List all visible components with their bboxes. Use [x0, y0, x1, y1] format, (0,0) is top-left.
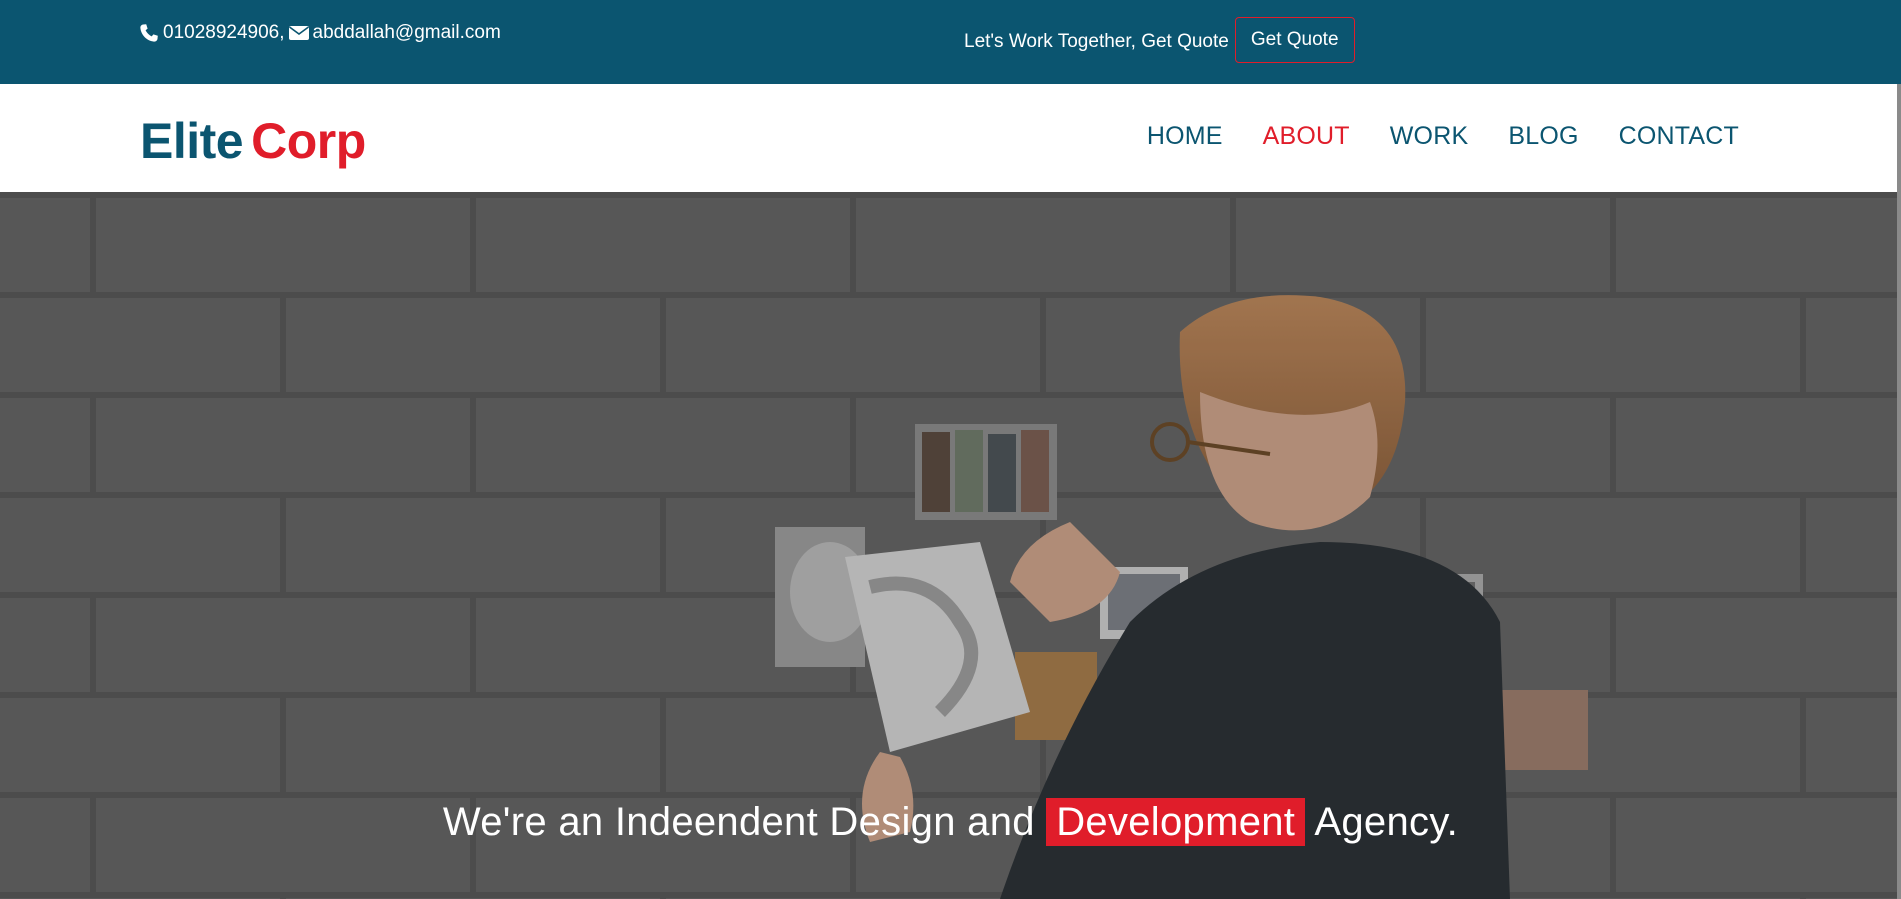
phone-icon: [139, 23, 159, 43]
nav-blog[interactable]: BLOG: [1508, 122, 1578, 151]
nav-home[interactable]: HOME: [1147, 122, 1223, 151]
nav-work[interactable]: WORK: [1390, 122, 1469, 151]
phone-number: 01028924906,: [163, 22, 285, 43]
brand-part-corp: Corp: [251, 113, 366, 169]
hero-background-image: [0, 192, 1901, 899]
top-bar: 01028924906, abddallah@gmail.com Let's W…: [0, 0, 1901, 84]
scrollbar[interactable]: [1897, 84, 1901, 899]
quote-area: Let's Work Together, Get Quote Get Quote: [964, 17, 1355, 63]
hero-text-before: We're an Indeendent Design and: [442, 800, 1047, 844]
nav-about[interactable]: ABOUT: [1263, 122, 1350, 151]
hero-headline: We're an Indeendent Design and Developme…: [0, 798, 1901, 846]
contact-info: 01028924906, abddallah@gmail.com: [139, 22, 501, 44]
quote-text: Let's Work Together, Get Quote: [964, 31, 1229, 52]
brand-part-elite: Elite: [140, 113, 244, 169]
main-nav: HOME ABOUT WORK BLOG CONTACT: [1107, 122, 1739, 151]
email-address: abddallah@gmail.com: [312, 22, 501, 43]
envelope-icon: [288, 23, 309, 43]
brand-logo[interactable]: Elite Corp: [140, 112, 366, 170]
navbar: Elite Corp HOME ABOUT WORK BLOG CONTACT: [0, 84, 1901, 192]
get-quote-button[interactable]: Get Quote: [1234, 17, 1355, 63]
hero-highlight: Development: [1046, 798, 1306, 846]
hero-text-after: Agency.: [1305, 800, 1459, 844]
hero-section: We're an Indeendent Design and Developme…: [0, 192, 1901, 899]
nav-contact[interactable]: CONTACT: [1619, 122, 1739, 151]
page: 01028924906, abddallah@gmail.com Let's W…: [0, 0, 1901, 899]
